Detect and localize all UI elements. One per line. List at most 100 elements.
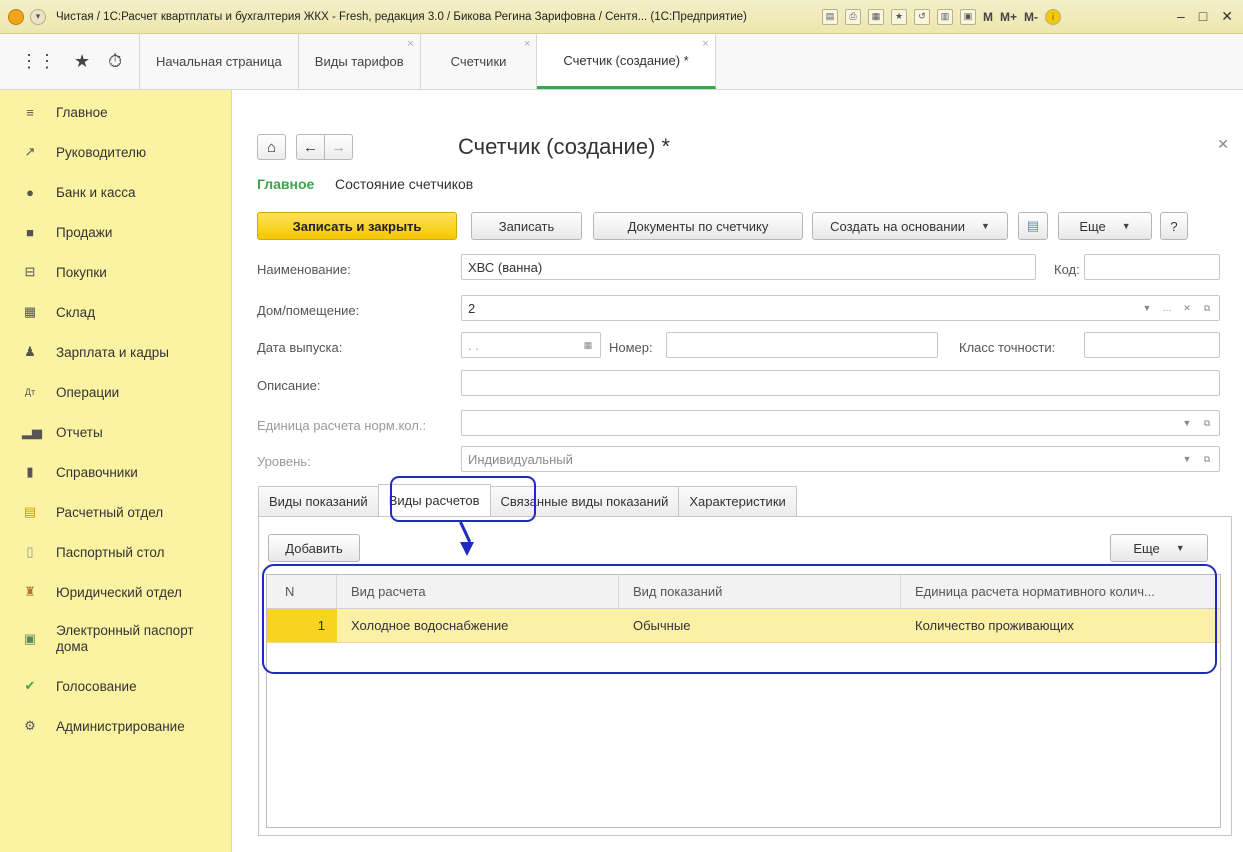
print-icon[interactable]: ⎙ <box>845 8 861 25</box>
subnav-main[interactable]: Главное <box>257 176 314 192</box>
forward-button[interactable]: → <box>324 134 353 160</box>
sidebar-item-operations[interactable]: Дт Операции <box>0 372 231 412</box>
tab-highlight <box>390 476 536 522</box>
save-icon[interactable]: ▤ <box>822 8 838 25</box>
structure-button[interactable]: ▤ <box>1018 212 1048 240</box>
calculator-tool-icon[interactable]: ▥ <box>937 8 953 25</box>
history-clock-icon[interactable]: ⏱ <box>108 51 122 72</box>
table-more-button[interactable]: Еще ▼ <box>1110 534 1208 562</box>
release-date-label: Дата выпуска: <box>257 340 343 355</box>
sidebar-item-director[interactable]: ↗ Руководителю <box>0 132 231 172</box>
number-label: Номер: <box>609 340 653 355</box>
norm-unit-input: ▼ ⧉ <box>461 410 1220 436</box>
subnav-meter-state[interactable]: Состояние счетчиков <box>335 176 473 192</box>
sidebar-item-references[interactable]: ▮ Справочники <box>0 452 231 492</box>
accuracy-input[interactable] <box>1084 332 1220 358</box>
name-input[interactable]: ХВС (ванна) <box>461 254 1036 280</box>
book-icon: ▮ <box>26 464 34 479</box>
tab-tariff-types[interactable]: Виды тарифов × <box>299 34 421 89</box>
save-button[interactable]: Записать <box>471 212 582 240</box>
xml-doc-icon: ▣ <box>23 631 37 646</box>
sidebar-item-admin[interactable]: ⚙ Администрирование <box>0 706 231 746</box>
favorites-star-icon[interactable]: ★ <box>74 51 90 72</box>
maximize-icon[interactable]: □ <box>1199 8 1207 25</box>
help-button[interactable]: ? <box>1160 212 1188 240</box>
release-date-input[interactable]: . . ▦ <box>461 332 601 358</box>
code-label: Код: <box>1054 262 1080 277</box>
history-icon[interactable]: ↺ <box>914 8 930 25</box>
sidebar-item-salary[interactable]: ♟ Зарплата и кадры <box>0 332 231 372</box>
sidebar-item-main[interactable]: ≡ Главное <box>0 92 231 132</box>
sidebar-item-bank[interactable]: ● Банк и касса <box>0 172 231 212</box>
sidebar-item-sales[interactable]: ■ Продажи <box>0 212 231 252</box>
clear-icon[interactable]: ✕ <box>1179 300 1195 316</box>
level-buttons: ▼ ⧉ <box>1179 451 1215 467</box>
table-highlight <box>262 564 1217 674</box>
tab-reading-types[interactable]: Виды показаний <box>258 486 379 516</box>
tab-home[interactable]: Начальная страница <box>140 34 299 89</box>
dropdown-icon[interactable]: ▼ <box>1139 300 1155 316</box>
home-icon: ⌂ <box>266 138 277 156</box>
house-label: Дом/помещение: <box>257 303 360 318</box>
close-tab-icon[interactable]: × <box>407 38 413 50</box>
tab-meters[interactable]: Счетчики × <box>421 34 538 89</box>
house-field-buttons: ▼ … ✕ ⧉ <box>1139 300 1215 316</box>
info-icon[interactable]: i <box>1045 8 1062 25</box>
add-button[interactable]: Добавить <box>268 534 360 562</box>
sidebar-item-purchases[interactable]: ⊟ Покупки <box>0 252 231 292</box>
legal-icon: ♜ <box>24 584 36 599</box>
save-and-close-button[interactable]: Записать и закрыть <box>257 212 457 240</box>
level-value: Индивидуальный <box>468 451 573 467</box>
dt-kt-icon: Дт <box>24 387 36 397</box>
memory-minus-button[interactable]: M- <box>1024 10 1038 24</box>
favorites-icon[interactable]: ★ <box>891 8 907 25</box>
meter-documents-button[interactable]: Документы по счетчику <box>593 212 803 240</box>
arrow-head-icon <box>460 542 474 556</box>
close-form-icon[interactable]: ✕ <box>1217 136 1229 153</box>
open-icon[interactable]: ⧉ <box>1199 300 1215 316</box>
sidebar-item-passport[interactable]: ▯ Паспортный стол <box>0 532 231 572</box>
calendar-picker-icon[interactable]: ▦ <box>580 337 596 353</box>
person-icon: ♟ <box>24 344 36 359</box>
open-tabs-bar: ⋮⋮ ★ ⏱ Начальная страница Виды тарифов ×… <box>0 34 1243 90</box>
apps-grid-icon[interactable]: ⋮⋮ <box>20 51 56 72</box>
sidebar-item-e-passport[interactable]: ▣ Электронный паспорт дома <box>0 612 231 666</box>
sidebar-item-warehouse[interactable]: ▦ Склад <box>0 292 231 332</box>
level-label: Уровень: <box>257 454 311 469</box>
preview-icon[interactable]: ▦ <box>868 8 884 25</box>
sidebar-item-reports[interactable]: ▂▅ Отчеты <box>0 412 231 452</box>
more-actions-button[interactable]: Еще ▼ <box>1058 212 1152 240</box>
form-area: ⌂ ← → Счетчик (создание) * ✕ Главное Сос… <box>232 90 1243 852</box>
tab-meter-create[interactable]: Счетчик (создание) * × <box>537 34 716 89</box>
sidebar-item-voting[interactable]: ✔ Голосование <box>0 666 231 706</box>
home-button[interactable]: ⌂ <box>257 134 286 160</box>
chart-line-icon: ↗ <box>24 144 36 159</box>
house-input[interactable]: 2 ▼ … ✕ ⧉ <box>461 295 1220 321</box>
memory-plus-button[interactable]: M+ <box>1000 10 1017 24</box>
app-menu-icon[interactable]: ▾ <box>30 8 46 25</box>
gear-icon: ⚙ <box>24 718 36 733</box>
description-label: Описание: <box>257 378 321 393</box>
check-vote-icon: ✔ <box>24 678 36 693</box>
norm-unit-buttons: ▼ ⧉ <box>1179 415 1215 431</box>
sidebar-item-legal[interactable]: ♜ Юридический отдел <box>0 572 231 612</box>
close-tab-icon[interactable]: × <box>702 38 708 50</box>
create-based-on-button[interactable]: Создать на основании ▼ <box>812 212 1008 240</box>
code-input[interactable] <box>1084 254 1220 280</box>
arrow-right-icon: → <box>331 138 346 156</box>
select-icon[interactable]: … <box>1159 300 1175 316</box>
number-input[interactable] <box>666 332 938 358</box>
level-input: Индивидуальный ▼ ⧉ <box>461 446 1220 472</box>
description-input[interactable] <box>461 370 1220 396</box>
accuracy-label: Класс точности: <box>959 340 1056 355</box>
sidebar-item-billing[interactable]: ▤ Расчетный отдел <box>0 492 231 532</box>
tab-characteristics[interactable]: Характеристики <box>678 486 797 516</box>
more-label: Еще <box>1079 218 1106 234</box>
minimize-icon[interactable]: – <box>1177 8 1185 25</box>
back-button[interactable]: ← <box>296 134 325 160</box>
page-title: Счетчик (создание) * <box>458 134 671 159</box>
close-tab-icon[interactable]: × <box>524 38 530 50</box>
memory-button[interactable]: M <box>983 10 993 24</box>
calendar-icon[interactable]: ▣ <box>960 8 976 25</box>
close-window-icon[interactable]: ✕ <box>1221 8 1233 25</box>
